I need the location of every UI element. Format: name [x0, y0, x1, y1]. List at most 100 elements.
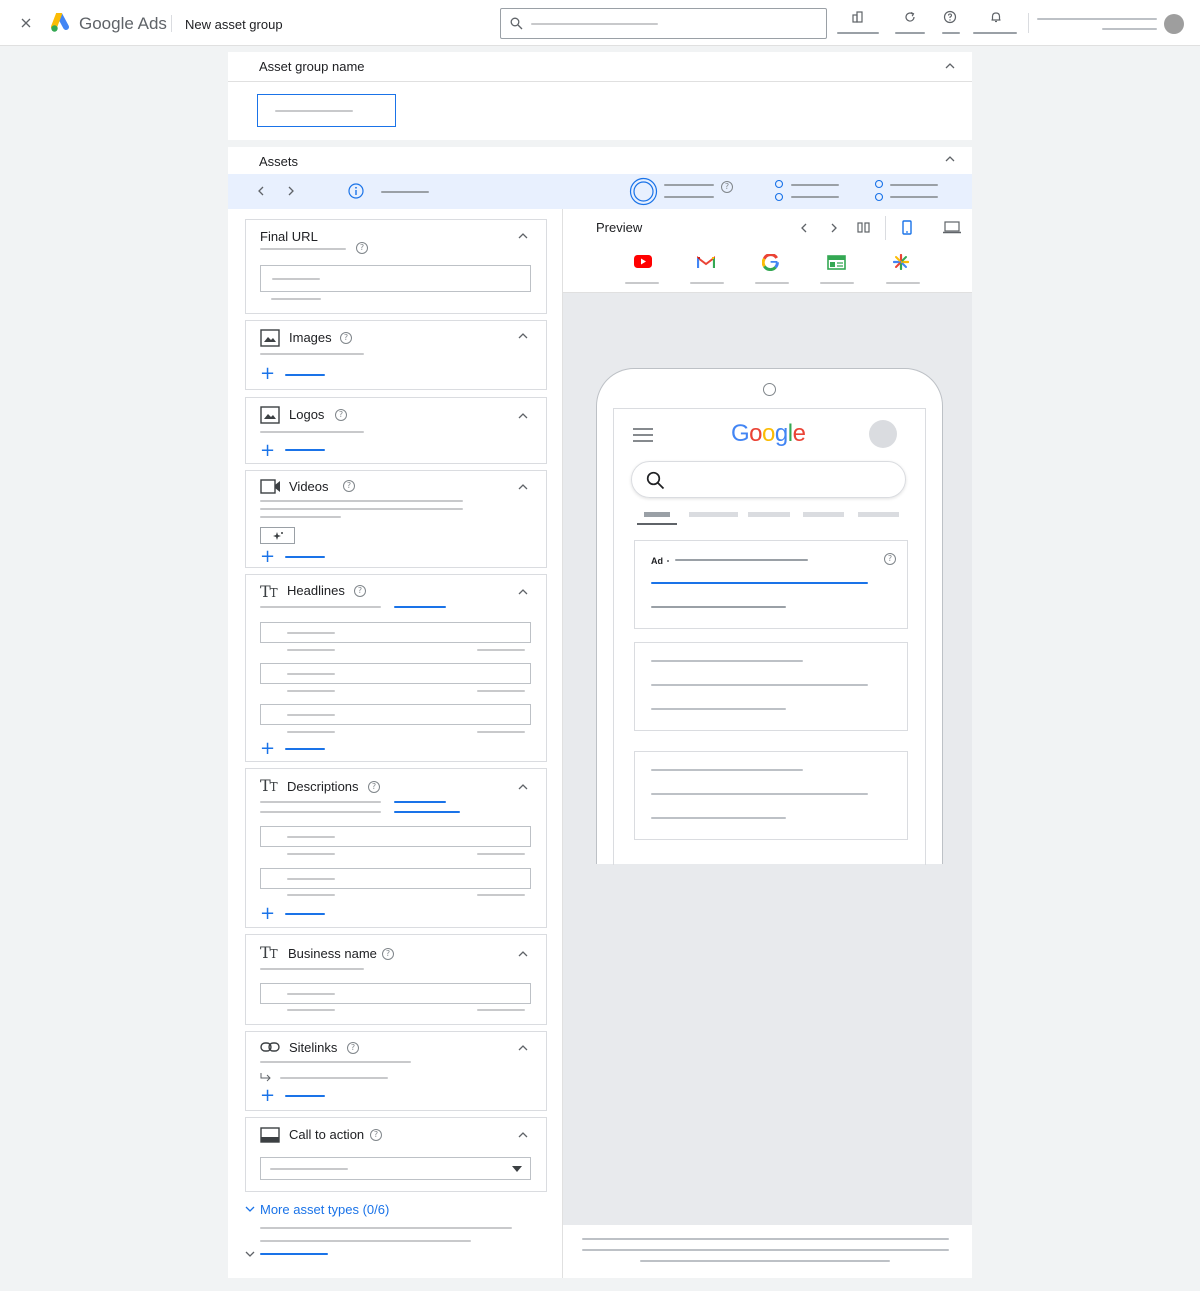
final-url-input[interactable] [260, 265, 531, 292]
avatar[interactable] [1164, 14, 1184, 34]
ad-headline-line [651, 582, 868, 584]
help-label-line [942, 32, 960, 34]
more-options-link-line[interactable] [260, 1253, 328, 1255]
add-image-link-line[interactable] [285, 374, 325, 376]
result-card[interactable] [634, 642, 908, 731]
chevron-right-icon[interactable] [829, 221, 839, 235]
business-name-input[interactable] [260, 983, 531, 1004]
chevron-up-icon[interactable] [943, 152, 957, 166]
ad-result-card[interactable]: Ad ? [634, 540, 908, 629]
menu-icon[interactable] [633, 428, 653, 442]
chevron-up-icon[interactable] [516, 229, 530, 243]
chevron-left-icon[interactable] [255, 184, 267, 198]
help-icon[interactable]: ? [347, 1042, 359, 1054]
notifications-icon[interactable] [989, 10, 1003, 24]
search-tab[interactable] [748, 512, 790, 517]
help-icon[interactable]: ? [370, 1129, 382, 1141]
description-input-2[interactable] [260, 868, 531, 889]
asset-group-name-title: Asset group name [259, 59, 365, 74]
logos-title: Logos [289, 407, 325, 422]
chevron-up-icon[interactable] [516, 780, 530, 794]
discover-icon[interactable] [893, 254, 909, 270]
split-view-icon[interactable] [857, 221, 870, 234]
add-sitelink-button[interactable]: + [260, 1087, 275, 1105]
search-input[interactable] [500, 8, 827, 39]
chevron-up-icon[interactable] [516, 409, 530, 423]
headline-input-2[interactable] [260, 663, 531, 684]
search-placeholder-line [531, 23, 658, 25]
description-input-1[interactable] [260, 826, 531, 847]
help-icon[interactable] [943, 10, 957, 24]
avatar[interactable] [869, 420, 897, 448]
help-icon[interactable]: ? [721, 181, 733, 193]
reports-icon[interactable] [851, 10, 865, 24]
search-tab[interactable] [803, 512, 844, 517]
refresh-icon[interactable] [903, 10, 917, 24]
chevron-up-icon[interactable] [516, 1128, 530, 1142]
google-ads-logo-icon [51, 13, 73, 33]
help-icon[interactable]: ? [340, 332, 352, 344]
add-description-link-line[interactable] [285, 913, 325, 915]
more-asset-types-link[interactable]: More asset types (0/6) [260, 1202, 389, 1217]
headline-hint-line [287, 649, 335, 651]
headline-input-1[interactable] [260, 622, 531, 643]
description-hint-line [287, 894, 335, 896]
google-search-icon[interactable] [762, 254, 779, 271]
headline-input-3[interactable] [260, 704, 531, 725]
asset-group-name-input[interactable] [257, 94, 396, 127]
close-icon[interactable] [19, 16, 33, 30]
add-image-button[interactable]: + [260, 365, 275, 383]
add-video-button[interactable]: + [260, 548, 275, 566]
add-sitelink-link-line[interactable] [285, 1095, 325, 1097]
add-logo-link-line[interactable] [285, 449, 325, 451]
help-icon[interactable]: ? [356, 242, 368, 254]
create-video-button[interactable] [260, 527, 295, 544]
add-description-button[interactable]: + [260, 905, 275, 923]
chevron-up-icon[interactable] [943, 59, 957, 73]
gmail-icon[interactable] [697, 256, 715, 269]
search-tab-active[interactable] [644, 512, 670, 517]
help-icon[interactable]: ? [884, 553, 896, 565]
videos-title: Videos [289, 479, 329, 494]
desktop-icon[interactable] [943, 221, 961, 234]
help-icon[interactable]: ? [382, 948, 394, 960]
result-line [651, 708, 786, 710]
youtube-icon[interactable] [634, 255, 652, 269]
search-tab[interactable] [858, 512, 899, 517]
help-icon[interactable]: ? [368, 781, 380, 793]
call-to-action-select[interactable] [260, 1157, 531, 1180]
input-value-line [287, 673, 335, 675]
chevron-up-icon[interactable] [516, 329, 530, 343]
chevron-down-icon[interactable] [244, 1249, 256, 1259]
chevron-right-icon[interactable] [285, 184, 297, 198]
add-headline-link-line[interactable] [285, 748, 325, 750]
chevron-up-icon[interactable] [516, 480, 530, 494]
help-icon[interactable]: ? [335, 409, 347, 421]
chevron-down-icon[interactable] [244, 1204, 256, 1214]
ad-label: Ad [651, 556, 663, 566]
mobile-icon[interactable] [902, 220, 912, 235]
more-asset-types-desc-line [260, 1227, 512, 1229]
input-value-line [287, 878, 335, 880]
sitelinks-title: Sitelinks [289, 1040, 338, 1055]
search-tab[interactable] [689, 512, 738, 517]
add-headline-button[interactable]: + [260, 740, 275, 758]
result-card[interactable] [634, 751, 908, 840]
chevron-up-icon[interactable] [516, 585, 530, 599]
help-icon[interactable]: ? [343, 480, 355, 492]
search-icon [510, 17, 523, 30]
add-video-link-line[interactable] [285, 556, 325, 558]
help-icon[interactable]: ? [354, 585, 366, 597]
sitelinks-sub-line [260, 1061, 411, 1063]
mobile-search-box[interactable] [631, 461, 906, 498]
add-logo-button[interactable]: + [260, 442, 275, 460]
display-icon[interactable] [827, 255, 846, 270]
headlines-link-line[interactable] [394, 606, 446, 608]
google-logo-letter: G [731, 420, 750, 447]
descriptions-link-line[interactable] [394, 801, 446, 803]
chevron-up-icon[interactable] [516, 1041, 530, 1055]
chevron-left-icon[interactable] [799, 221, 809, 235]
descriptions-link-line[interactable] [394, 811, 460, 813]
chevron-up-icon[interactable] [516, 947, 530, 961]
info-icon[interactable] [348, 183, 364, 199]
